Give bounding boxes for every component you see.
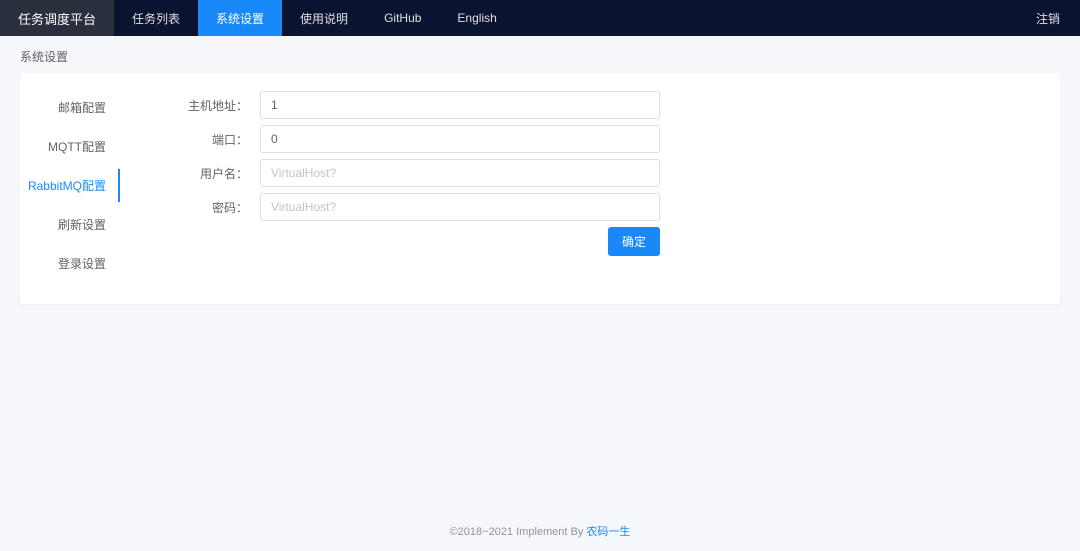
sidebar-item-refresh[interactable]: 刷新设置: [20, 208, 120, 241]
navbar: 任务调度平台 任务列表 系统设置 使用说明 GitHub English 注销: [0, 0, 1080, 36]
form-row-port: 端口：: [160, 125, 660, 153]
port-input[interactable]: [260, 125, 660, 153]
nav-right: 注销: [1036, 10, 1080, 27]
form-row-host: 主机地址：: [160, 91, 660, 119]
form-actions: 确定: [160, 227, 660, 256]
form-row-user: 用户名：: [160, 159, 660, 187]
nav-github[interactable]: GitHub: [366, 0, 439, 36]
sidebar-item-rabbitmq[interactable]: RabbitMQ配置: [20, 169, 120, 202]
nav-english[interactable]: English: [439, 0, 514, 36]
user-label: 用户名：: [160, 165, 260, 182]
sidebar-item-mqtt[interactable]: MQTT配置: [20, 130, 120, 163]
form-area: 主机地址： 端口： 用户名： 密码： 确定: [120, 83, 680, 294]
pass-label: 密码：: [160, 199, 260, 216]
sidebar-item-login[interactable]: 登录设置: [20, 247, 120, 280]
host-input[interactable]: [260, 91, 660, 119]
nav-task-list[interactable]: 任务列表: [114, 0, 198, 36]
user-input[interactable]: [260, 159, 660, 187]
settings-sidebar: 邮箱配置 MQTT配置 RabbitMQ配置 刷新设置 登录设置: [20, 83, 120, 294]
nav-system-settings[interactable]: 系统设置: [198, 0, 282, 36]
nav-usage[interactable]: 使用说明: [282, 0, 366, 36]
breadcrumb: 系统设置: [0, 36, 1080, 73]
footer-text: ©2018~2021 Implement By: [450, 526, 587, 538]
pass-input[interactable]: [260, 193, 660, 221]
footer: ©2018~2021 Implement By 农码一生: [0, 523, 1080, 539]
sidebar-item-email[interactable]: 邮箱配置: [20, 91, 120, 124]
submit-button[interactable]: 确定: [608, 227, 660, 256]
form-row-pass: 密码：: [160, 193, 660, 221]
brand-title: 任务调度平台: [0, 0, 114, 36]
logout-link[interactable]: 注销: [1036, 12, 1060, 26]
footer-link[interactable]: 农码一生: [586, 526, 630, 538]
port-label: 端口：: [160, 131, 260, 148]
settings-card: 邮箱配置 MQTT配置 RabbitMQ配置 刷新设置 登录设置 主机地址： 端…: [20, 73, 1060, 304]
host-label: 主机地址：: [160, 97, 260, 114]
nav-left: 任务调度平台 任务列表 系统设置 使用说明 GitHub English: [0, 0, 515, 36]
